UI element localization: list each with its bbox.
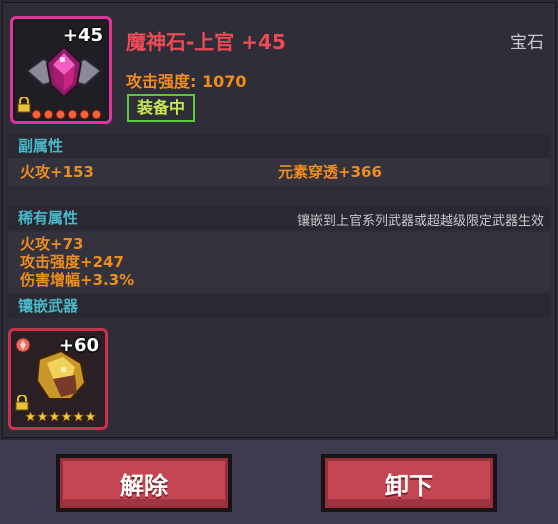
inlaid-weapon-header: 镶嵌武器: [8, 294, 550, 318]
lock-icon: [15, 395, 29, 411]
rare-attributes-note: 镶嵌到上官系列武器或超越级限定武器生效: [296, 214, 544, 229]
star-icon: [61, 411, 72, 422]
star-icon: [67, 109, 78, 120]
star-icon: [31, 109, 42, 120]
weapon-element-icon: [15, 337, 31, 353]
star-icon: [43, 109, 54, 120]
demon-gem-icon: [25, 45, 103, 99]
star-icon: [55, 109, 66, 120]
gem-stars: [31, 109, 102, 120]
star-icon: [85, 411, 96, 422]
attack-strength: 攻击强度: 1070: [126, 72, 247, 91]
rare-stat-attack: 攻击强度+247: [20, 253, 124, 271]
lock-icon: [17, 97, 31, 113]
star-icon: [91, 109, 102, 120]
star-icon: [79, 109, 90, 120]
star-icon: [25, 411, 36, 422]
rare-stat-damage: 伤害增幅+3.3%: [20, 271, 135, 289]
inlaid-weapon-slot[interactable]: +60: [8, 328, 108, 430]
rare-stat-fire: 火攻+73: [20, 235, 84, 253]
gem-icon-frame[interactable]: +45: [10, 16, 112, 124]
weapon-stars: [25, 411, 96, 422]
remove-button[interactable]: 卸下: [321, 454, 497, 512]
secondary-stat-fire: 火攻+153: [20, 163, 94, 181]
star-icon: [49, 411, 60, 422]
equipped-badge: 装备中: [127, 94, 196, 122]
item-type: 宝石: [510, 33, 544, 53]
unequip-button[interactable]: 解除: [56, 454, 232, 512]
star-icon: [73, 411, 84, 422]
star-icon: [37, 411, 48, 422]
secondary-stat-penetration: 元素穿透+366: [278, 163, 382, 181]
item-title: 魔神石-上官 +45: [126, 30, 286, 54]
secondary-attributes-header: 副属性: [8, 134, 550, 158]
golden-weapon-icon: [35, 349, 87, 400]
